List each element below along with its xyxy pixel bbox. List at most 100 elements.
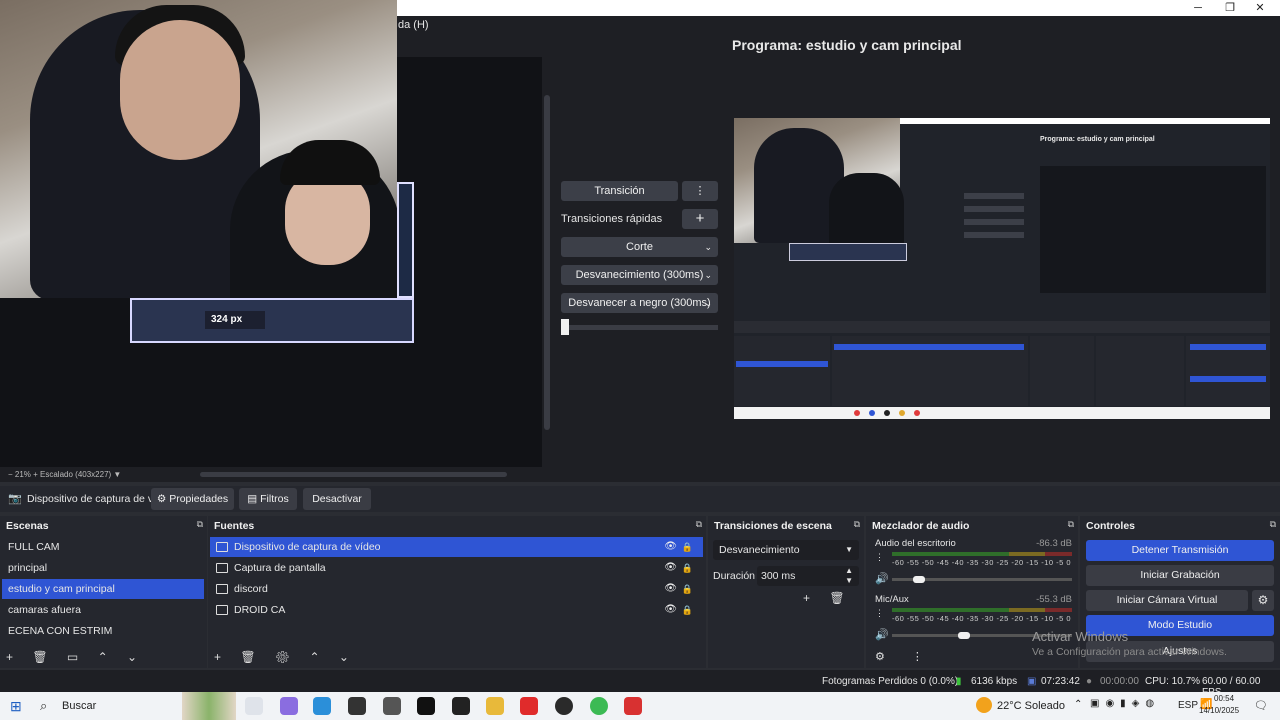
lock-icon[interactable]: 🔒 (682, 579, 693, 599)
add-quick-transition-button[interactable]: + (682, 209, 718, 229)
folder-icon[interactable] (486, 697, 504, 715)
chevron-up-icon[interactable]: ⌃ (1074, 699, 1082, 710)
transition-button[interactable]: Transición (561, 181, 678, 201)
mini-mixer (1096, 336, 1184, 406)
mini-toolbar (734, 321, 1270, 333)
duration-value: 300 ms (761, 570, 796, 582)
properties-button[interactable]: ⚙ Propiedades (151, 488, 234, 510)
mixer-tools[interactable]: ⚙ ⋮ (875, 650, 935, 663)
copilot-icon[interactable] (280, 697, 298, 715)
chrome-icon[interactable] (590, 697, 608, 715)
selection-box[interactable] (397, 182, 414, 298)
quick-transition-cut[interactable]: Corte ⌄ (561, 237, 718, 257)
scene-item[interactable]: FULL CAM (2, 537, 204, 557)
mixer-menu-icon[interactable]: ⋮ (875, 552, 884, 563)
clock-date[interactable]: 14/10/2025 (1199, 706, 1239, 715)
scene-item[interactable]: camaras afuera (2, 600, 204, 620)
controls-title: Controles (1086, 520, 1136, 532)
undock-icon[interactable]: ⧉ (1270, 519, 1276, 530)
volume-knob[interactable] (958, 632, 970, 639)
quick-transition-fade[interactable]: Desvanecimiento (300ms) ⌄ (561, 265, 718, 285)
window-icon (216, 584, 228, 595)
maximize-button[interactable]: ❐ (1215, 0, 1245, 16)
transition-select[interactable]: Desvanecimiento ▼ (713, 540, 859, 560)
language-indicator[interactable]: ESP (1178, 700, 1198, 711)
undock-icon[interactable]: ⧉ (1068, 519, 1074, 530)
lock-icon[interactable]: 🔒 (682, 600, 693, 620)
undock-icon[interactable]: ⧉ (197, 519, 203, 530)
source-item[interactable]: DROID CA 👁 🔒 (210, 600, 703, 620)
lock-icon[interactable]: 🔒 (682, 537, 693, 557)
scene-tools[interactable]: + 🗑 ▭ ⌃ ⌄ (6, 650, 145, 664)
volume-knob[interactable] (913, 576, 925, 583)
store-icon[interactable] (348, 697, 366, 715)
duration-input[interactable]: 300 ms ▲ ▼ (757, 566, 859, 586)
vertical-scrollbar[interactable] (544, 95, 550, 430)
mixer-menu-icon[interactable]: ⋮ (875, 608, 884, 619)
app-icon (869, 410, 875, 416)
speaker-icon[interactable]: 🔊 (875, 628, 889, 641)
start-virtual-camera-button[interactable]: Iniciar Cámara Virtual (1086, 590, 1248, 611)
search-icon[interactable]: ⌕ (40, 698, 47, 714)
mini-button (964, 206, 1024, 212)
source-item[interactable]: Captura de pantalla 👁 🔒 (210, 558, 703, 578)
tbar-track[interactable] (561, 325, 718, 330)
scene-item[interactable]: principal (2, 558, 204, 578)
source-tools[interactable]: + 🗑 ⚙ ⌃ ⌄ (214, 650, 357, 664)
scenes-dock: Escenas ⧉ FULL CAM principal estudio y c… (0, 516, 207, 668)
zoom-controls[interactable]: − 21% + Escalado (403x227) ▼ (8, 470, 121, 479)
source-item[interactable]: Dispositivo de captura de vídeo 👁 🔒 (210, 537, 703, 557)
eye-icon[interactable]: 👁 (664, 579, 677, 599)
clock-time[interactable]: 00:54 (1214, 694, 1234, 703)
filter-icon: ▤ (247, 493, 261, 505)
stream-icon: ▣ (1027, 676, 1037, 687)
mail-icon[interactable] (383, 697, 401, 715)
weather-text[interactable]: 22°C Soleado (997, 700, 1065, 712)
lock-icon[interactable]: 🔒 (682, 558, 693, 578)
program-preview: Programa: estudio y cam principal (734, 118, 1270, 419)
gear-icon[interactable]: ⚙ (1252, 590, 1274, 611)
notification-icon[interactable]: 🗨 (1254, 699, 1268, 712)
transition-menu-icon[interactable]: ⋮ (682, 181, 718, 201)
meter-scale: -60 -55 -50 -45 -40 -35 -30 -25 -20 -15 … (892, 614, 1072, 623)
edge-icon[interactable] (313, 697, 331, 715)
spinner-icon[interactable]: ▲ ▼ (845, 566, 853, 586)
tray-icons[interactable]: ▣◉▮◈◍ (1090, 698, 1160, 709)
camera-icon: 📷 (8, 493, 22, 505)
record-icon: ● (1086, 676, 1093, 687)
horizontal-scrollbar[interactable] (200, 472, 507, 477)
stop-stream-button[interactable]: Detener Transmisión (1086, 540, 1274, 561)
deactivate-button[interactable]: Desactivar (303, 488, 371, 510)
filters-button[interactable]: ▤ Filtros (239, 488, 297, 510)
app-icon[interactable] (624, 697, 642, 715)
start-recording-button[interactable]: Iniciar Grabación (1086, 565, 1274, 586)
menu-help[interactable]: da (H) (398, 19, 429, 31)
cap-shape (280, 140, 380, 185)
menu-bar (396, 16, 1280, 36)
windows-start-icon[interactable]: ⊞ (10, 698, 22, 715)
tbar-handle[interactable] (561, 319, 569, 335)
minimize-button[interactable]: ─ (1183, 0, 1213, 16)
mini-scenes (734, 336, 830, 406)
channel-name: Audio del escritorio (875, 538, 956, 549)
eye-icon[interactable]: 👁 (664, 558, 677, 578)
tiktok-icon[interactable] (417, 697, 435, 715)
eye-icon[interactable]: 👁 (664, 537, 677, 557)
undock-icon[interactable]: ⧉ (696, 519, 702, 530)
mini-sources (832, 336, 1028, 406)
source-item[interactable]: discord 👁 🔒 (210, 579, 703, 599)
scene-item[interactable]: ECENA CON ESTRIM (2, 621, 204, 641)
sources-dock: Fuentes ⧉ Dispositivo de captura de víde… (208, 516, 706, 668)
speaker-icon[interactable]: 🔊 (875, 572, 889, 585)
capcut-icon[interactable] (452, 697, 470, 715)
scene-item[interactable]: estudio y cam principal (2, 579, 204, 599)
channel-name: Mic/Aux (875, 594, 909, 605)
quick-transition-fade-black[interactable]: Desvanecer a negro (300ms) ⌄ (561, 293, 718, 313)
youtube-icon[interactable] (520, 697, 538, 715)
taskbar-search[interactable]: Buscar (62, 700, 96, 712)
eye-icon[interactable]: 👁 (664, 600, 677, 620)
obs-icon[interactable] (555, 697, 573, 715)
undock-icon[interactable]: ⧉ (854, 519, 860, 530)
task-view-icon[interactable] (245, 697, 263, 715)
close-button[interactable]: ✕ (1245, 0, 1275, 16)
